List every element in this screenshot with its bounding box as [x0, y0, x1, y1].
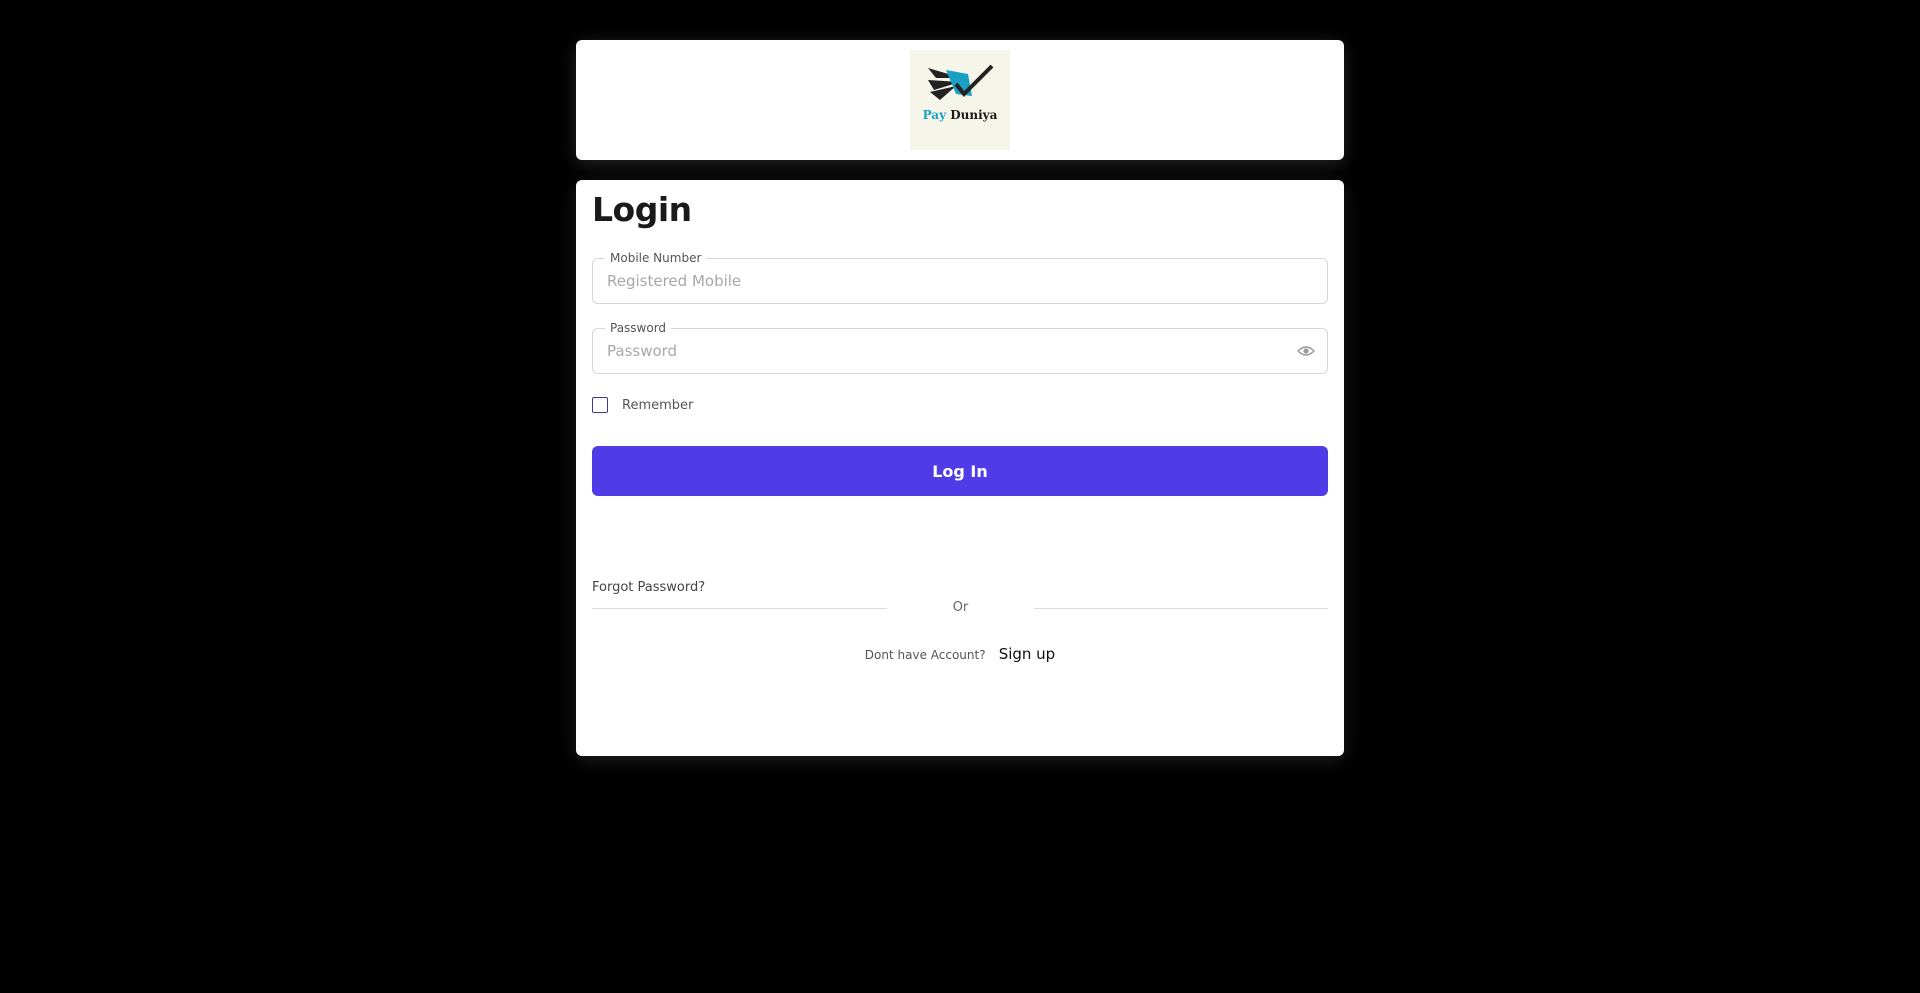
paper-plane-check-icon	[928, 64, 994, 100]
mobile-number-input[interactable]	[607, 270, 1267, 292]
remember-checkbox[interactable]	[592, 397, 608, 413]
brand-name-duniya: Duniya	[950, 108, 998, 122]
remember-label[interactable]: Remember	[622, 398, 693, 413]
log-in-button[interactable]: Log In	[592, 446, 1328, 496]
divider-line-right	[1034, 608, 1328, 609]
divider-or-label: Or	[952, 600, 969, 615]
divider-line-left	[592, 608, 887, 609]
mobile-number-label: Mobile Number	[605, 250, 707, 266]
no-account-text: Dont have Account?	[864, 648, 986, 662]
eye-icon[interactable]	[1297, 344, 1315, 358]
signup-row: Dont have Account? Sign up	[576, 644, 1344, 663]
login-card: Login Mobile Number Password Remember Lo…	[576, 180, 1344, 756]
page-title: Login	[592, 190, 692, 229]
header-card: Pay Duniya	[576, 40, 1344, 160]
brand-name: Pay Duniya	[910, 108, 1010, 122]
sign-up-link[interactable]: Sign up	[999, 645, 1056, 663]
brand-logo[interactable]: Pay Duniya	[910, 50, 1010, 150]
password-input[interactable]	[607, 340, 1267, 362]
password-label: Password	[605, 320, 672, 336]
brand-name-pay: Pay	[922, 108, 947, 122]
mobile-number-field: Mobile Number	[592, 250, 1328, 304]
forgot-password-link[interactable]: Forgot Password?	[592, 580, 705, 595]
password-field: Password	[592, 320, 1328, 374]
